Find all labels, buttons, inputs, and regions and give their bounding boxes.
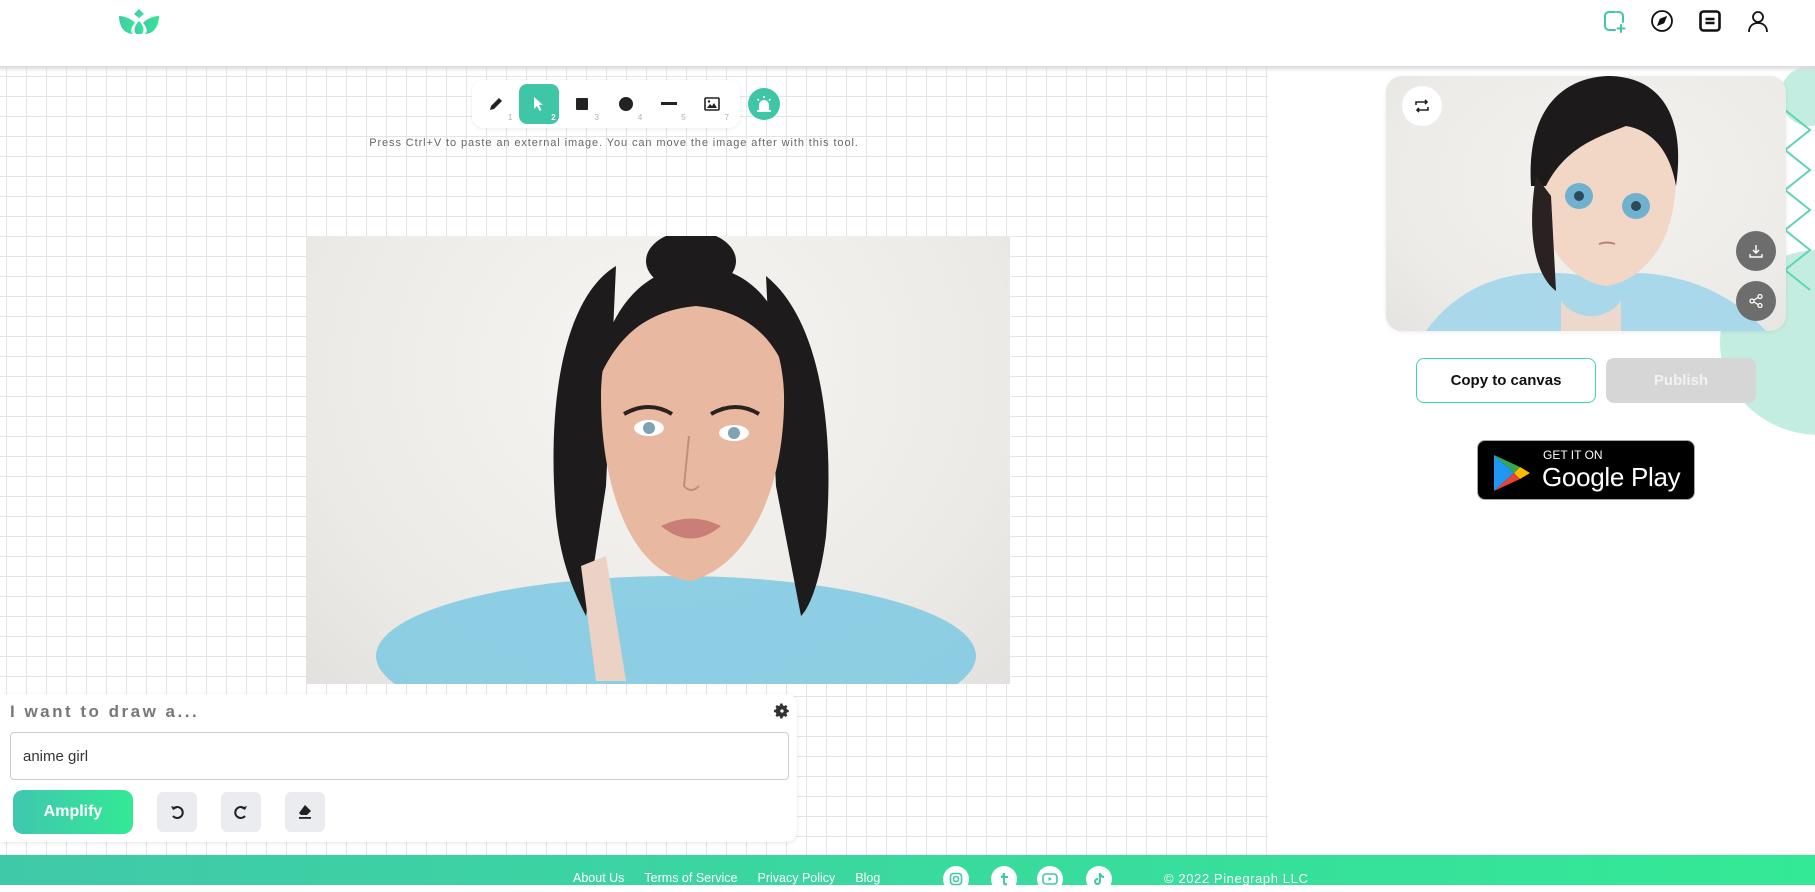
eraser-icon [299,805,311,819]
google-play-badge[interactable]: GET IT ON Google Play [1477,440,1695,500]
alert-button[interactable] [748,88,780,120]
undo-button[interactable] [157,792,197,832]
instagram-icon[interactable] [943,866,969,892]
rectangle-icon [576,98,589,110]
repeat-icon [1415,99,1429,113]
share-button[interactable] [1736,281,1776,321]
redo-icon [234,806,247,819]
pencil-icon [489,98,502,110]
tool-rectangle[interactable]: 3 [563,84,602,124]
prompt-panel: I want to draw a... Amplify [0,694,797,842]
image-icon [704,97,721,111]
circle-icon [618,97,633,111]
gear-icon[interactable] [773,702,791,720]
shortcut-number: 3 [594,113,599,122]
clear-button[interactable] [285,792,325,832]
download-button[interactable] [1736,231,1776,271]
google-play-icon [1494,455,1530,491]
shortcut-number: 4 [637,113,643,122]
redo-button[interactable] [221,792,261,832]
portrait-photo [376,236,976,684]
shortcut-number: 1 [507,113,513,122]
drawing-toolbar: 1 2 3 4 5 7 [472,80,740,128]
tiktok-icon[interactable] [1086,866,1112,892]
footer-link-about[interactable]: About Us [573,871,624,885]
siren-icon [756,96,772,112]
prompt-label: I want to draw a... [10,702,200,721]
tool-pencil[interactable]: 1 [476,84,515,124]
shortcut-number: 5 [681,113,686,122]
prompt-input[interactable] [10,732,789,780]
header [0,0,1815,72]
gplay-small-text: GET IT ON [1543,448,1603,462]
footer-link-blog[interactable]: Blog [855,871,880,885]
tool-select[interactable]: 2 [519,84,559,124]
amplify-button[interactable]: Amplify [13,790,133,834]
compass-icon[interactable] [1649,8,1675,34]
shortcut-number: 2 [551,113,556,122]
youtube-icon[interactable] [1037,866,1063,892]
feed-icon[interactable] [1697,8,1723,34]
copy-to-canvas-button[interactable]: Copy to canvas [1416,358,1596,403]
tool-circle[interactable]: 4 [606,84,645,124]
footer-link-terms[interactable]: Terms of Service [644,871,737,885]
line-icon [660,102,677,105]
paste-hint: Press Ctrl+V to paste an external image.… [369,137,859,149]
cursor-icon [533,97,543,111]
canvas-image[interactable] [306,236,1010,684]
tool-line[interactable]: 5 [649,84,688,124]
footer: About Us Terms of Service Privacy Policy… [0,855,1815,892]
share-icon [1749,294,1763,308]
tumblr-icon[interactable] [991,866,1017,892]
result-image-card [1386,76,1786,331]
footer-link-privacy[interactable]: Privacy Policy [758,871,836,885]
tool-image[interactable]: 7 [693,84,732,124]
user-icon[interactable] [1745,8,1771,34]
download-icon [1749,245,1763,258]
new-canvas-icon[interactable] [1601,8,1627,34]
swap-button[interactable] [1402,86,1442,126]
copyright: © 2022 Pinegraph LLC [1164,871,1309,886]
undo-icon [171,806,184,819]
gplay-big-text: Google Play [1542,462,1681,492]
shortcut-number: 7 [724,113,729,122]
publish-button[interactable]: Publish [1606,358,1756,403]
pinegraph-logo[interactable] [118,8,160,34]
generated-anime-image [1426,76,1766,331]
